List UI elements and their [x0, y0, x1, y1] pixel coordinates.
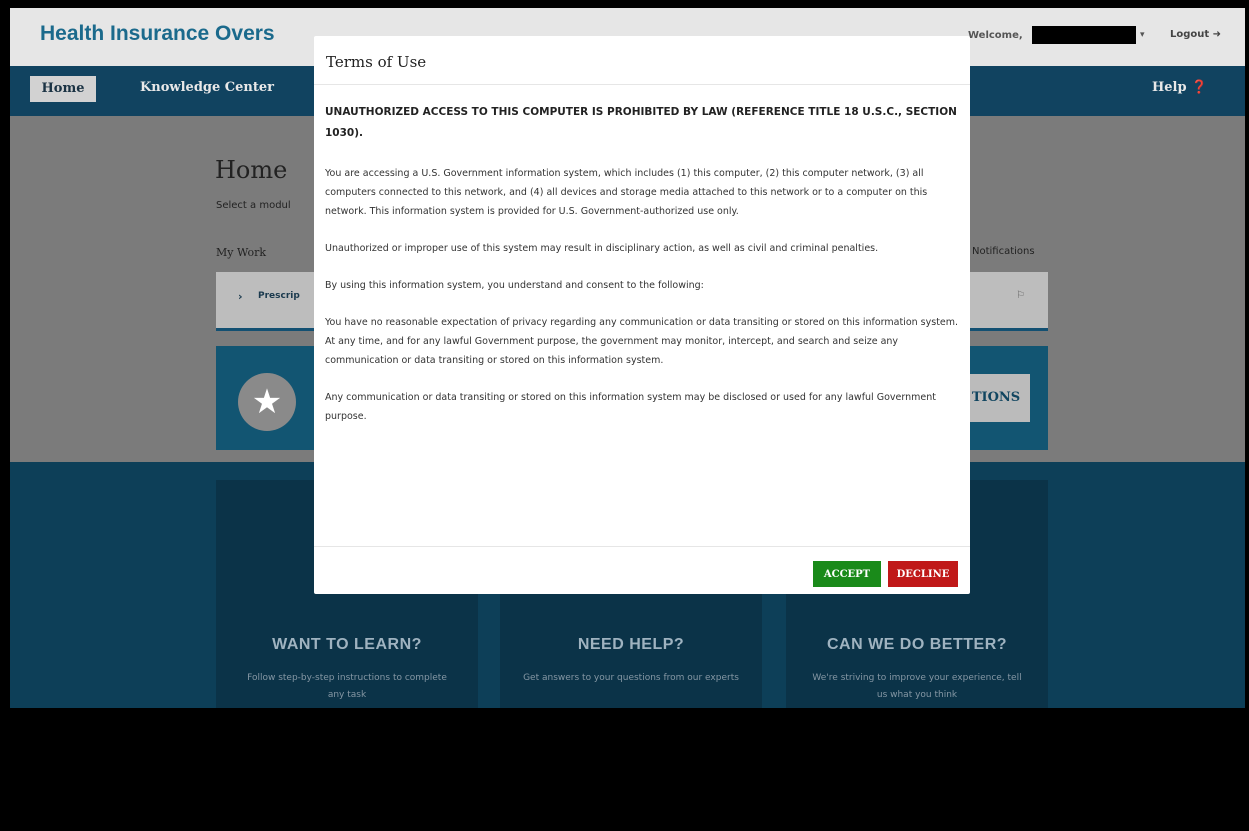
flag-icon: ⚐	[1016, 290, 1025, 301]
user-menu-chevron-icon[interactable]: ▾	[1140, 30, 1145, 40]
modal-title: Terms of Use	[326, 53, 427, 71]
card-title: NEED HELP?	[577, 636, 685, 653]
accept-button[interactable]: ACCEPT	[813, 561, 881, 587]
my-work-heading: My Work	[216, 246, 267, 259]
page-title: Home	[215, 156, 288, 184]
star-icon: ★	[238, 373, 296, 431]
modal-body: UNAUTHORIZED ACCESS TO THIS COMPUTER IS …	[325, 102, 959, 444]
card-text: Get answers to your questions from our e…	[523, 673, 739, 683]
terms-paragraph: Unauthorized or improper use of this sys…	[325, 243, 879, 254]
terms-of-use-modal: Terms of Use UNAUTHORIZED ACCESS TO THIS…	[314, 36, 970, 594]
nav-home[interactable]: Home	[30, 76, 96, 102]
terms-paragraph: By using this information system, you un…	[325, 280, 704, 291]
terms-paragraph: You are accessing a U.S. Government info…	[325, 168, 928, 217]
terms-paragraph: You have no reasonable expectation of pr…	[325, 317, 959, 366]
card-text: Follow step-by-step instructions to comp…	[247, 673, 447, 700]
favorites-button[interactable]: TIONS	[962, 374, 1030, 422]
decline-button[interactable]: DECLINE	[888, 561, 958, 587]
modal-header: Terms of Use	[314, 36, 970, 85]
chevron-right-icon[interactable]: ›	[238, 290, 243, 303]
card-title: CAN WE DO BETTER?	[826, 636, 1008, 653]
nav-help[interactable]: Help ❓	[1152, 80, 1207, 95]
card-title: WANT TO LEARN?	[272, 636, 422, 653]
logout-link[interactable]: Logout ➜	[1170, 29, 1221, 40]
nav-knowledge-center[interactable]: Knowledge Center	[140, 80, 274, 95]
app-title[interactable]: Health Insurance Overs	[40, 22, 275, 46]
legal-warning: UNAUTHORIZED ACCESS TO THIS COMPUTER IS …	[325, 106, 957, 139]
modal-footer: ACCEPT DECLINE	[314, 546, 970, 595]
work-item-link[interactable]: Prescrip	[258, 291, 300, 301]
welcome-label: Welcome,	[968, 30, 1023, 41]
screen: Health Insurance Overs Welcome, ▾ Logout…	[10, 8, 1245, 831]
terms-paragraph: Any communication or data transiting or …	[325, 392, 936, 422]
card-text: We're striving to improve your experienc…	[812, 673, 1022, 700]
page-subtitle: Select a modul	[216, 200, 291, 211]
notifications-heading: Notifications	[972, 246, 1035, 257]
redacted-username	[1032, 26, 1136, 44]
